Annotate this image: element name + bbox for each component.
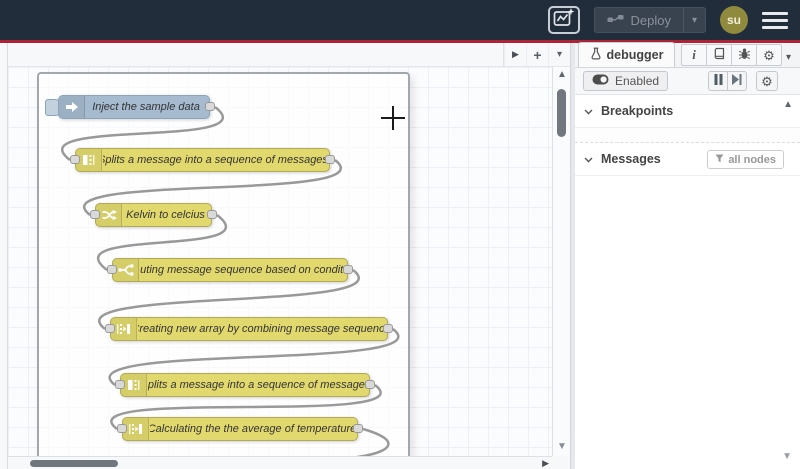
header-bar: Deploy ▾ su	[0, 0, 800, 40]
node-label: Calculating the the average of temperatu…	[150, 423, 354, 435]
scroll-right-icon[interactable]: ▶	[542, 458, 549, 469]
node-label: Splits a message into a sequence of mess…	[148, 379, 366, 391]
scroll-up-icon[interactable]: ▲	[553, 69, 571, 80]
caret-down-icon: ▾	[691, 14, 697, 26]
node-output-port[interactable]	[383, 324, 393, 333]
deploy-label: Deploy	[630, 12, 671, 28]
tab-debugger[interactable]: debugger	[578, 42, 675, 67]
node-output-port[interactable]	[325, 155, 335, 164]
breakpoints-section-header[interactable]: Breakpoints	[575, 95, 800, 128]
node-output-port[interactable]	[365, 380, 375, 389]
book-icon	[713, 47, 726, 63]
node-output-port[interactable]	[343, 265, 353, 274]
sidebar-scroll-up-icon[interactable]: ▲	[783, 99, 793, 110]
node-input-port[interactable]	[70, 155, 80, 164]
messages-title: Messages	[601, 152, 661, 166]
palette-edge	[0, 43, 8, 469]
gear-icon: ⚙	[763, 47, 775, 63]
horizontal-scroll-thumb[interactable]	[30, 460, 118, 467]
messages-section-header[interactable]: Messages all nodes	[575, 143, 800, 176]
node-input-port[interactable]	[115, 380, 125, 389]
enabled-label: Enabled	[615, 74, 660, 88]
scroll-down-icon[interactable]: ▼	[553, 441, 571, 452]
flow-sparkle-icon	[553, 7, 575, 33]
tab-next-icon: ▶	[512, 49, 519, 59]
sidebar-tabs-overflow-button[interactable]: ▾	[786, 52, 791, 63]
tab-add-icon: +	[533, 46, 542, 63]
node-input-port[interactable]	[107, 265, 117, 274]
scrollbar-corner	[552, 456, 570, 469]
debugger-toolbar: Enabled ⚙	[575, 68, 800, 95]
tab-help[interactable]	[706, 44, 732, 66]
sidebar-tab-bar: debugger i ⚙ ▾	[575, 42, 800, 68]
flow-assistant-button[interactable]	[547, 6, 580, 34]
node-label: Routing message sequence based on condit…	[140, 264, 344, 276]
toggle-on-icon	[592, 74, 609, 88]
debugger-panel: Breakpoints Messages all nodes ▲ ▼	[575, 95, 800, 469]
canvas-vertical-scrollbar[interactable]: ▲ ▼	[552, 67, 570, 456]
step-next-icon	[732, 72, 742, 90]
node-output-port[interactable]	[207, 210, 217, 219]
tab-info[interactable]: i	[681, 44, 707, 66]
chevron-down-icon	[584, 104, 593, 118]
crosshair-cursor	[381, 106, 405, 130]
workspace-tab-strip: ▶ + ▾	[8, 43, 570, 67]
add-flow-button[interactable]: +	[526, 43, 548, 66]
avatar-initials: su	[726, 13, 741, 27]
node-output-port[interactable]	[353, 424, 363, 433]
breakpoints-empty-list	[575, 128, 800, 143]
debugger-settings-button[interactable]: ⚙	[756, 71, 778, 91]
flow-node-join[interactable]: Calculating the the average of temperatu…	[117, 417, 363, 441]
node-label: Inject the sample data	[92, 101, 200, 113]
inject-button[interactable]	[45, 99, 59, 116]
node-label: Kelvin to celcius	[126, 209, 205, 221]
flow-canvas[interactable]: Inject the sample data Splits a message i…	[8, 67, 552, 456]
sidebar-scroll-down-icon[interactable]: ▼	[782, 451, 792, 462]
breakpoints-title: Breakpoints	[601, 104, 674, 118]
hamburger-icon	[762, 11, 788, 15]
deploy-button[interactable]: Deploy ▾	[593, 7, 706, 33]
pause-icon	[714, 72, 723, 90]
chevron-down-icon: ▾	[556, 49, 563, 60]
node-label: Creating new array by combining message …	[138, 323, 384, 335]
user-avatar[interactable]: su	[720, 6, 748, 34]
flow-node-switch[interactable]: Routing message sequence based on condit…	[107, 258, 353, 282]
flow-node-split[interactable]: Splits a message into a sequence of mess…	[70, 148, 335, 172]
flask-icon	[590, 47, 602, 63]
pause-button[interactable]	[708, 71, 728, 91]
info-icon: i	[692, 47, 696, 62]
flow-node-change[interactable]: Kelvin to celcius	[90, 203, 217, 227]
node-input-port[interactable]	[90, 210, 100, 219]
debugger-enabled-toggle[interactable]: Enabled	[583, 71, 669, 91]
message-filter-button[interactable]: all nodes	[707, 150, 784, 169]
flow-node-split[interactable]: Splits a message into a sequence of mess…	[115, 373, 375, 397]
flow-list-button[interactable]: ▾	[548, 43, 570, 66]
filter-label: all nodes	[728, 153, 776, 166]
tab-config[interactable]: ⚙	[756, 44, 782, 66]
sidebar: debugger i ⚙ ▾ Enabled ⚙ Breakpoints Mes…	[575, 42, 800, 469]
gear-icon: ⚙	[761, 73, 773, 89]
inject-icon	[59, 96, 85, 118]
debugger-tab-label: debugger	[606, 48, 664, 62]
main-menu-button[interactable]	[762, 10, 788, 31]
node-output-port[interactable]	[205, 102, 215, 111]
vertical-scroll-thumb[interactable]	[557, 89, 566, 137]
node-input-port[interactable]	[117, 424, 127, 433]
tab-debug[interactable]	[731, 44, 757, 66]
flow-node-inject[interactable]: Inject the sample data	[45, 95, 215, 119]
node-red-editor: Deploy ▾ su ▶ + ▾ Inject the sample data…	[0, 0, 800, 469]
node-input-port[interactable]	[105, 324, 115, 333]
deploy-nodes-icon	[607, 13, 624, 28]
node-label: Splits a message into a sequence of mess…	[103, 154, 326, 166]
step-button[interactable]	[727, 71, 747, 91]
deploy-options-button[interactable]: ▾	[682, 8, 705, 32]
canvas-horizontal-scrollbar[interactable]: ▶	[8, 456, 552, 469]
next-tab-button[interactable]: ▶	[504, 43, 526, 66]
funnel-icon	[715, 154, 724, 166]
bug-icon	[738, 47, 751, 63]
flow-node-join[interactable]: Creating new array by combining message …	[105, 317, 393, 341]
chevron-down-icon	[584, 152, 593, 166]
